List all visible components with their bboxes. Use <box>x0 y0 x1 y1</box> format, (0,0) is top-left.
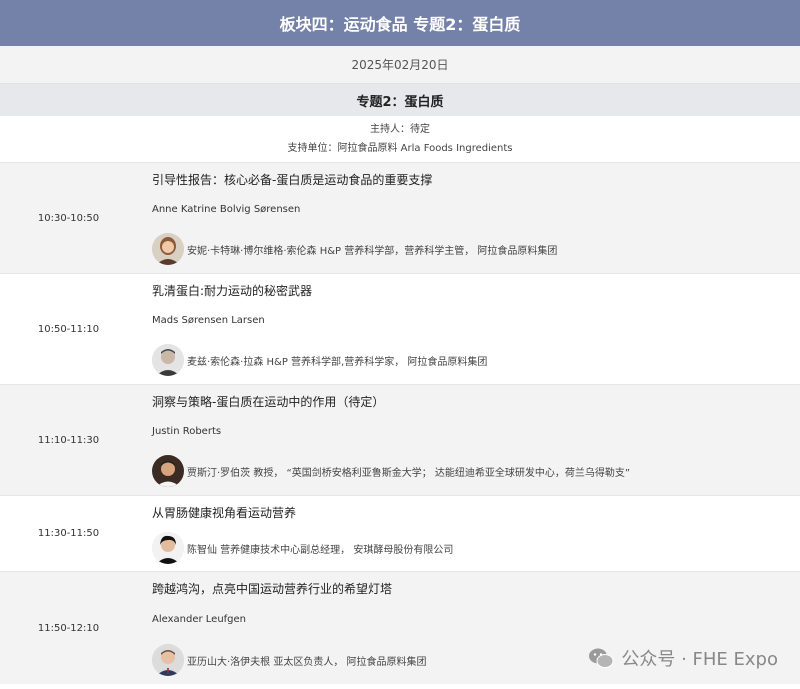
speaker-avatar <box>152 644 184 676</box>
session-time: 11:50-12:10 <box>37 622 100 634</box>
date-row: 2025年02月20日 <box>0 46 800 84</box>
session-title: 乳清蛋白:耐力运动的秘密武器 <box>152 284 313 298</box>
session-row: 11:10-11:30 洞察与策略-蛋白质在运动中的作用（待定） Justin … <box>0 384 800 495</box>
watermark: 公众号 · FHE Expo <box>587 645 778 671</box>
speaker-name-en: Anne Katrine Bolvig Sørensen <box>152 204 301 215</box>
event-date: 2025年02月20日 <box>351 58 449 72</box>
session-row: 10:30-10:50 引导性报告：核心必备-蛋白质是运动食品的重要支撑 Ann… <box>0 162 800 273</box>
banner-title: 板块四：运动食品 专题2：蛋白质 <box>279 15 521 34</box>
session-time: 11:10-11:30 <box>37 434 100 446</box>
session-time: 11:30-11:50 <box>37 528 100 539</box>
speaker-name-en: Alexander Leufgen <box>152 614 247 625</box>
session-row: 11:30-11:50 从胃肠健康视角看运动营养 陈智仙 营养健康技术中心副总经… <box>0 495 800 571</box>
speaker-avatar <box>152 233 184 265</box>
topic-header: 专题2：蛋白质 <box>0 84 800 116</box>
speaker-desc: 安妮·卡特琳·博尔维格·索伦森 H&P 营养科学部，营养科学主管， 阿拉食品原料… <box>187 246 558 257</box>
wechat-icon <box>589 648 614 668</box>
speaker-avatar <box>152 455 184 487</box>
speaker-name-en: Mads Sørensen Larsen <box>152 315 265 326</box>
speaker-desc: 麦兹·索伦森·拉森 H&P 营养科学部,营养科学家， 阿拉食品原料集团 <box>187 357 488 368</box>
speaker-desc: 贾斯汀·罗伯茨 教授， “英国剑桥安格利亚鲁斯金大学； 达能纽迪希亚全球研发中心… <box>187 468 631 479</box>
session-title: 跨越鸿沟，点亮中国运动营养行业的希望灯塔 <box>152 582 393 596</box>
speaker-avatar <box>152 532 184 564</box>
session-row: 10:50-11:10 乳清蛋白:耐力运动的秘密武器 Mads Sørensen… <box>0 273 800 384</box>
session-title: 从胃肠健康视角看运动营养 <box>152 506 297 520</box>
speaker-desc: 陈智仙 营养健康技术中心副总经理， 安琪酵母股份有限公司 <box>187 545 454 556</box>
topic-info: 主持人：待定 支持单位：阿拉食品原料 Arla Foods Ingredient… <box>0 116 800 162</box>
speaker-avatar <box>152 344 184 376</box>
session-time: 10:50-11:10 <box>37 323 100 335</box>
session-time: 10:30-10:50 <box>37 212 100 224</box>
topic-title: 专题2：蛋白质 <box>356 94 444 110</box>
session-title: 引导性报告：核心必备-蛋白质是运动食品的重要支撑 <box>152 173 433 187</box>
page-banner: 板块四：运动食品 专题2：蛋白质 <box>0 0 800 46</box>
watermark-text: 公众号 · FHE Expo <box>621 649 778 670</box>
speaker-name-en: Justin Roberts <box>152 426 222 437</box>
sponsor-text: 支持单位：阿拉食品原料 Arla Foods Ingredients <box>287 143 513 154</box>
host-text: 主持人：待定 <box>370 124 430 135</box>
session-title: 洞察与策略-蛋白质在运动中的作用（待定） <box>152 395 385 409</box>
speaker-desc: 亚历山大·洛伊夫根 亚太区负责人， 阿拉食品原料集团 <box>187 657 427 668</box>
